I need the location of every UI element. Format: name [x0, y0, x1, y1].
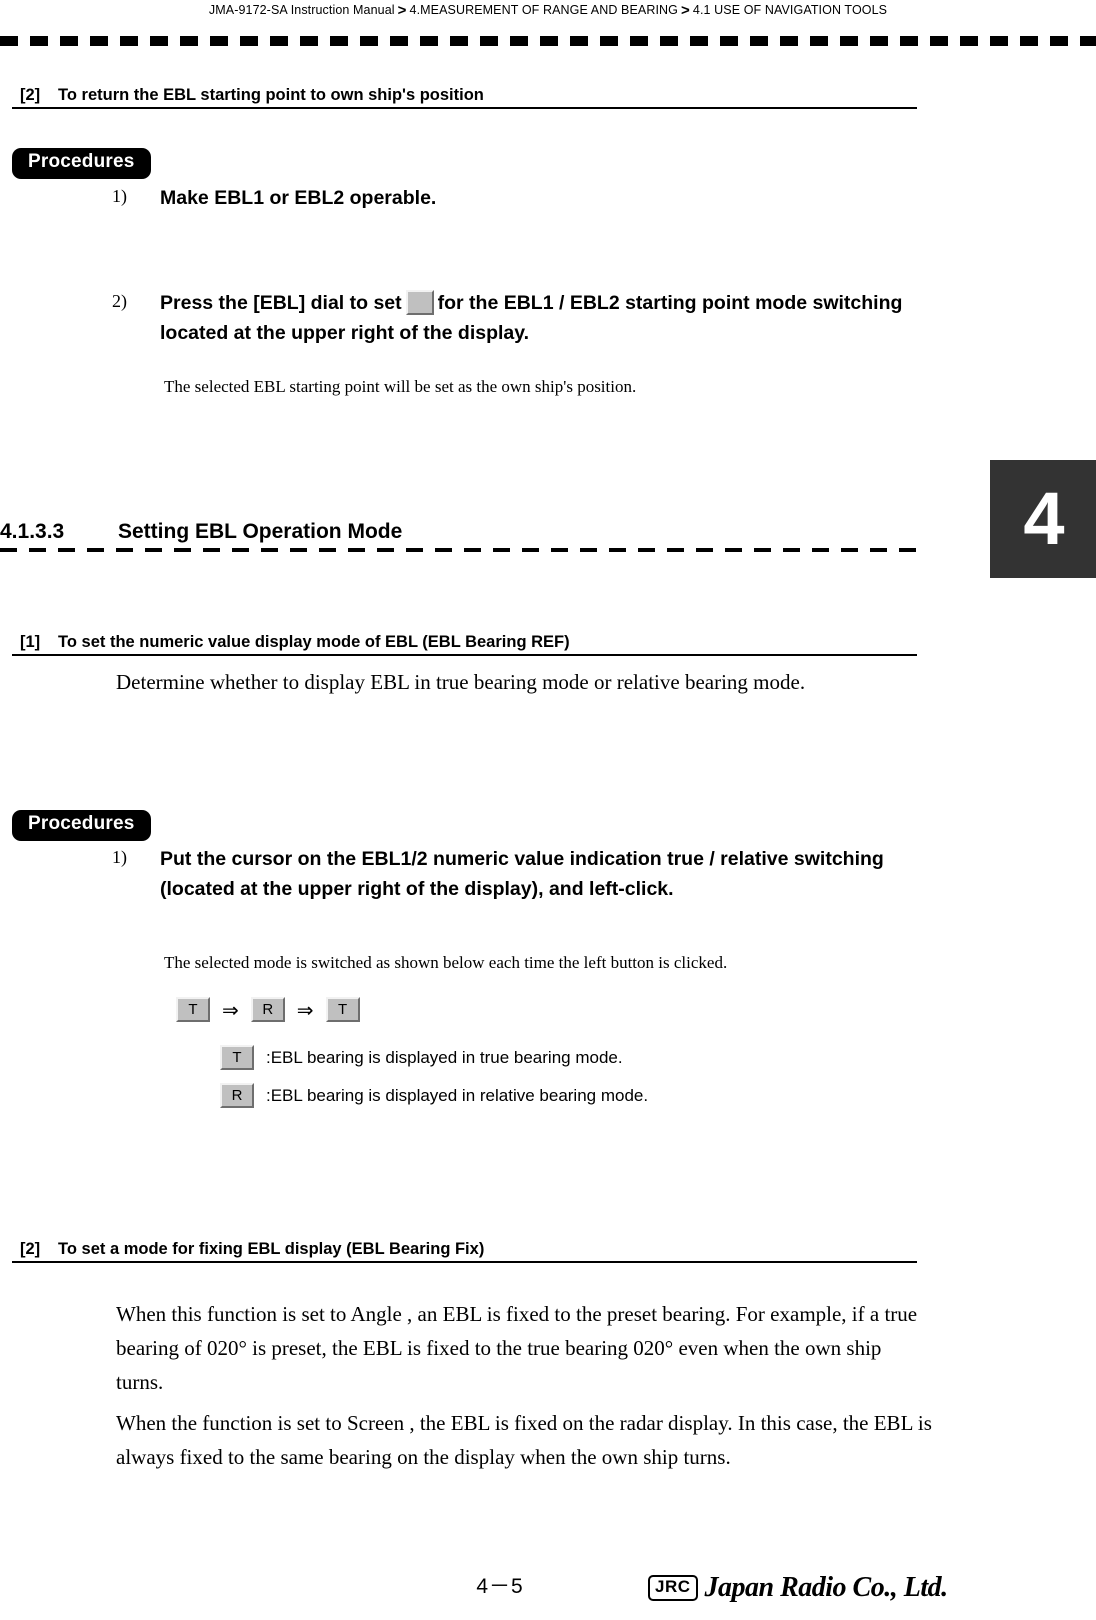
blank-gray-button-icon	[405, 290, 434, 316]
chapter-tab-4: 4	[990, 460, 1096, 578]
subsection-title: To set the numeric value display mode of…	[58, 633, 570, 651]
mode-button-t-icon: T	[220, 1045, 254, 1070]
subsection-underline	[12, 1261, 917, 1263]
procedures-badge-a: Procedures	[12, 148, 151, 179]
subsection-underline	[12, 654, 917, 656]
step-text: Press the [EBL] dial to set for the EBL1 …	[160, 288, 932, 348]
breadcrumb-separator-icon: >	[397, 2, 407, 19]
subsection-underline	[12, 107, 917, 109]
legend-text: :EBL bearing is displayed in true bearin…	[266, 1047, 623, 1067]
jrc-logo: JRC Japan Radio Co., Ltd.	[648, 1572, 948, 1604]
chapter-tab-number: 4	[1023, 477, 1064, 560]
section-heading-4-1-3-3: 4.1.3.3 Setting EBL Operation Mode	[0, 520, 1000, 552]
subsection-heading-return-ebl: [2] To return the EBL starting point to o…	[12, 86, 917, 109]
mode-button-t-icon[interactable]: T	[325, 997, 360, 1022]
arrow-right-icon: ⇒	[222, 997, 239, 1022]
step-text: Put the cursor on the EBL1/2 numeric val…	[160, 848, 884, 901]
section-dashed-rule	[0, 548, 920, 552]
mode-switch-sequence: T ⇒ R ⇒ T	[176, 997, 360, 1022]
note-a: The selected EBL starting point will be …	[164, 377, 637, 396]
step-item-a1: 1) Make EBL1 or EBL2 operable.	[112, 183, 932, 213]
step-item-a2: 2) Press the [EBL] dial to set for the EB…	[112, 288, 932, 348]
jrc-mark-icon: JRC	[648, 1575, 698, 1601]
note-b: The selected mode is switched as shown b…	[164, 953, 728, 972]
breadcrumb-item-chapter: 4.MEASUREMENT OF RANGE AND BEARING	[409, 3, 679, 17]
step-text: Make EBL1 or EBL2 operable.	[160, 187, 437, 209]
procedures-label: Procedures	[28, 813, 135, 834]
subsection-heading-bearing-ref: [1] To set the numeric value display mode…	[12, 633, 917, 656]
intro-paragraph-b: Determine whether to display EBL in true…	[116, 670, 806, 694]
procedures-badge-b: Procedures	[12, 810, 151, 841]
mode-button-r-icon[interactable]: R	[250, 997, 285, 1022]
legend-row-relative: R :EBL bearing is displayed in relative …	[220, 1083, 648, 1108]
header-dashed-rule	[0, 36, 1096, 46]
subsection-marker: [2]	[20, 86, 41, 104]
paragraph-screen-mode: When the function is set to Screen , the…	[116, 1411, 932, 1470]
step-number: 2)	[112, 291, 127, 311]
section-number: 4.1.3.3	[0, 520, 65, 543]
subsection-heading-bearing-fix: [2] To set a mode for fixing EBL display …	[12, 1240, 917, 1263]
procedures-label: Procedures	[28, 151, 135, 172]
subsection-title: To set a mode for fixing EBL display (EB…	[58, 1240, 485, 1258]
breadcrumb-item-manual: JMA-9172-SA Instruction Manual	[208, 3, 395, 17]
step-number: 1)	[112, 186, 127, 206]
arrow-right-icon: ⇒	[296, 997, 314, 1022]
subsection-marker: [2]	[20, 1240, 41, 1258]
legend-row-true: T :EBL bearing is displayed in true bear…	[220, 1045, 623, 1070]
subsection-title: To return the EBL starting point to own …	[58, 86, 484, 104]
page-header: JMA-9172-SA Instruction Manual >4.MEASURE…	[0, 0, 1096, 46]
step-text-before: Press the [EBL] dial to set	[160, 292, 402, 314]
section-title: Setting EBL Operation Mode	[118, 520, 403, 543]
paragraph-angle-mode: When this function is set to Angle , an …	[116, 1302, 918, 1395]
jrc-company-name: Japan Radio Co., Ltd.	[704, 1572, 949, 1603]
step-item-b1: 1) Put the cursor on the EBL1/2 numeric …	[112, 844, 922, 904]
mode-button-t-icon[interactable]: T	[176, 997, 210, 1022]
breadcrumb: JMA-9172-SA Instruction Manual >4.MEASURE…	[0, 2, 1096, 19]
breadcrumb-separator-icon: >	[681, 2, 690, 19]
subsection-marker: [1]	[20, 633, 41, 651]
breadcrumb-item-section: 4.1 USE OF NAVIGATION TOOLS	[692, 3, 888, 17]
legend-text: :EBL bearing is displayed in relative be…	[266, 1085, 649, 1105]
step-number: 1)	[112, 847, 127, 867]
mode-button-r-icon: R	[220, 1083, 254, 1108]
